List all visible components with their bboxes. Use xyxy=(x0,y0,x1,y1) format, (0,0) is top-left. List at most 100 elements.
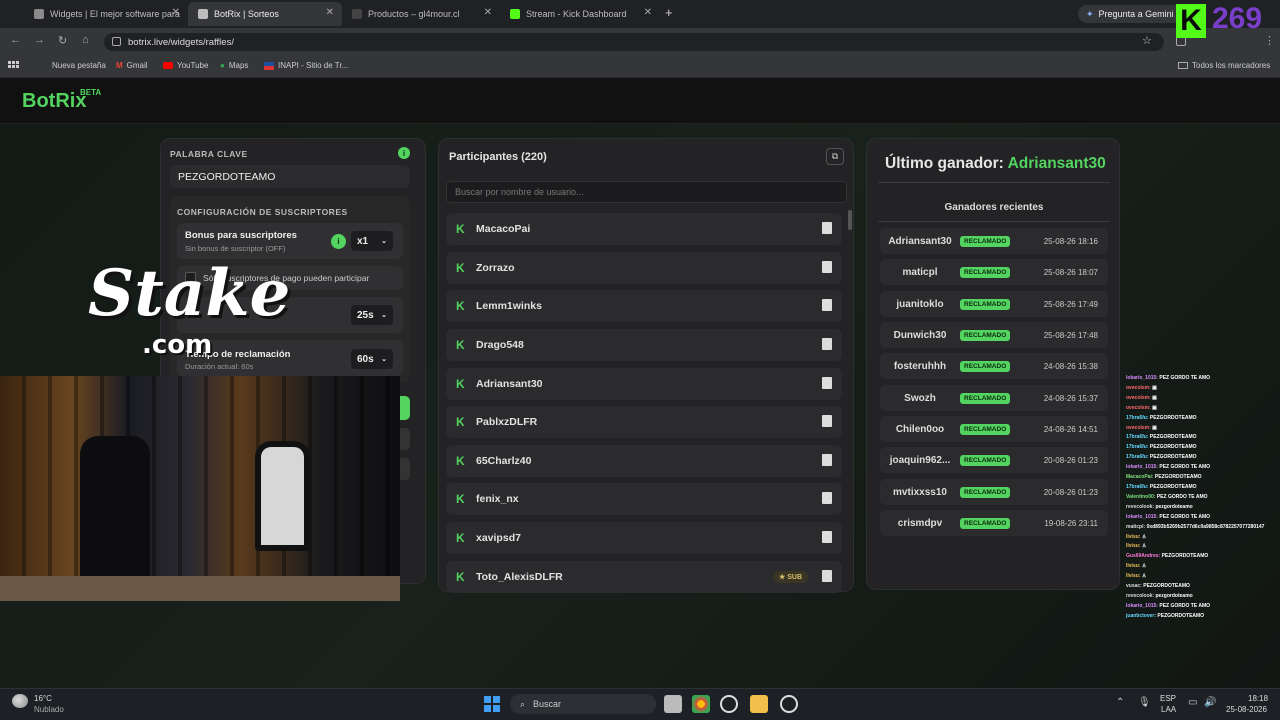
sub-badge: ★ SUB xyxy=(772,571,808,583)
botrix-logo[interactable]: BotRix xyxy=(22,90,86,113)
menu-icon[interactable]: ⋮ xyxy=(1264,34,1275,47)
trash-icon[interactable] xyxy=(822,377,832,389)
keyboard-layout: LAA xyxy=(1161,705,1177,714)
bookmark-inapi[interactable]: INAPI - Sitio de Tr... xyxy=(264,61,348,70)
tab-productos[interactable]: Productos – gl4mour.cl ✕ xyxy=(342,2,500,26)
chrome-icon[interactable] xyxy=(692,695,710,713)
bookmark-youtube[interactable]: YouTube xyxy=(163,61,208,70)
chat-text: PEZ GORDO TE AMO xyxy=(1156,493,1208,500)
chat-message: MacacoPai: PEZGORDOTEAMO xyxy=(1126,473,1276,483)
tab-botrix[interactable]: BotRix | Sorteos ✕ xyxy=(188,2,342,26)
volume-icon[interactable]: 🔊 xyxy=(1204,697,1216,708)
home-icon[interactable]: ⌂ xyxy=(82,34,89,46)
kick-icon: K xyxy=(456,338,465,352)
tab-kick-dashboard[interactable]: Stream - Kick Dashboard ✕ xyxy=(500,2,660,26)
kick-icon: K xyxy=(456,377,465,391)
bonus-info-icon[interactable]: i xyxy=(331,234,346,249)
bookmark-gmail[interactable]: M Gmail xyxy=(116,61,148,70)
participant-row[interactable]: K PablxzDLFR xyxy=(446,406,842,438)
bonus-title: Bonus para suscriptores xyxy=(185,230,297,241)
chat-message: 17bra6fu: PEZGORDOTEAMO xyxy=(1126,414,1276,424)
microphone-icon[interactable]: 🎙 xyxy=(1138,697,1151,708)
network-icon[interactable]: ▭ xyxy=(1188,697,1197,708)
trash-icon[interactable] xyxy=(822,454,832,466)
bookmarks-bar: Nueva pestaña M Gmail YouTube ● Maps INA… xyxy=(0,56,1280,78)
site-info-icon[interactable] xyxy=(112,37,121,46)
participant-row[interactable]: Kfenix_nx xyxy=(446,483,842,515)
forward-icon[interactable]: → xyxy=(34,34,45,46)
chat-text: PEZGORDOTEAMO xyxy=(1157,612,1205,619)
chat-text: PEZ GORDO TE AMO xyxy=(1159,375,1211,381)
kick-icon: K xyxy=(456,415,465,429)
language-indicator[interactable]: ESP xyxy=(1160,694,1176,703)
bonus-multiplier-select[interactable]: x1 ⌄ xyxy=(351,231,393,251)
url-bar[interactable]: botrix.live/widgets/raffles/ xyxy=(104,33,1164,51)
participant-row[interactable]: K Lemm1winks xyxy=(446,290,842,322)
winner-row: Swozh RECLAMADO 24-08-26 15:37 xyxy=(880,385,1108,411)
trash-icon[interactable] xyxy=(822,531,832,543)
taskbar-search[interactable]: ⌕ Buscar xyxy=(510,694,656,714)
close-tab-icon[interactable]: ✕ xyxy=(172,7,180,18)
scrollbar-thumb[interactable] xyxy=(848,210,852,230)
file-explorer-icon[interactable] xyxy=(750,695,768,713)
chat-message: 17bra6fu: PEZGORDOTEAMO xyxy=(1126,483,1276,493)
chat-username: 17bra6fu: xyxy=(1126,444,1149,451)
bookmark-maps[interactable]: ● Maps xyxy=(220,61,248,70)
participant-row[interactable]: K Drago548 xyxy=(446,329,842,361)
participant-row[interactable]: K Toto_AlexisDLFR ★ SUB xyxy=(446,561,842,593)
chat-text: ♙ xyxy=(1141,543,1147,550)
clock-time[interactable]: 18:18 xyxy=(1248,694,1268,703)
back-icon[interactable]: ← xyxy=(10,34,21,46)
info-icon[interactable]: i xyxy=(398,147,410,159)
claim-time-select[interactable]: 60s ⌄ xyxy=(351,349,393,369)
search-icon: ⌕ xyxy=(520,698,526,709)
timer-select[interactable]: 25s ⌄ xyxy=(351,305,393,325)
trash-icon[interactable] xyxy=(822,415,832,427)
app-icon[interactable] xyxy=(720,695,738,713)
participant-row[interactable]: K Adriansant30 xyxy=(446,368,842,400)
trash-icon[interactable] xyxy=(822,299,832,311)
reload-icon[interactable]: ↻ xyxy=(58,34,67,47)
chat-text: PEZGORDOTEAMO xyxy=(1161,553,1209,560)
chat-text: pezgordoteamo xyxy=(1155,503,1193,510)
participant-row[interactable]: K 65Charlz40 xyxy=(446,445,842,477)
weather-label: Nublado xyxy=(34,705,64,714)
close-tab-icon[interactable]: ✕ xyxy=(326,7,334,18)
cloud-icon xyxy=(12,694,28,708)
bookmark-new-tab[interactable]: Nueva pestaña xyxy=(52,61,106,70)
task-view-icon[interactable] xyxy=(664,695,682,713)
close-tab-icon[interactable]: ✕ xyxy=(644,7,652,18)
trash-icon[interactable] xyxy=(822,570,832,582)
media-player-icon[interactable] xyxy=(780,695,798,713)
trash-icon[interactable] xyxy=(822,222,832,234)
chevron-up-icon[interactable]: ⌃ xyxy=(1116,697,1124,708)
apps-grid-icon[interactable] xyxy=(8,61,19,68)
participant-row[interactable]: K MacacoPai xyxy=(446,213,842,245)
bookmark-star-icon[interactable]: ☆ xyxy=(1142,34,1152,47)
chat-message: ovecolsm: ▣ xyxy=(1126,384,1276,394)
chat-username: 17bra6fu: xyxy=(1126,434,1149,441)
tab-widgets[interactable]: Widgets | El mejor software para ✕ xyxy=(24,2,188,26)
windows-start-icon[interactable] xyxy=(484,696,500,712)
trash-icon[interactable] xyxy=(822,492,832,504)
stake-logo-domain: .com xyxy=(142,330,213,360)
chat-text: PEZ GORDO TE AMO xyxy=(1159,513,1211,520)
last-winner-name: Adriansant30 xyxy=(1007,155,1106,172)
trash-icon[interactable] xyxy=(822,338,832,350)
participant-row[interactable]: Kxavipsd7 xyxy=(446,522,842,554)
chat-text: 0xd893b5269b2577d6c0a9858c87822570772801… xyxy=(1146,523,1265,530)
chat-message: 17bra6fu: PEZGORDOTEAMO xyxy=(1126,443,1276,453)
bonus-subtitle: Sin bonus de suscriptor (OFF) xyxy=(185,244,286,253)
participant-search-input[interactable]: Buscar por nombre de usuario... xyxy=(446,181,847,203)
gemini-button[interactable]: ✦ Pregunta a Gemini xyxy=(1078,5,1182,23)
chat-message: lokario_1015: PEZ GORDO TE AMO xyxy=(1126,513,1276,523)
copy-icon[interactable]: ⧉ xyxy=(826,148,844,165)
chat-message: 17bra6fu: PEZGORDOTEAMO xyxy=(1126,433,1276,443)
close-tab-icon[interactable]: ✕ xyxy=(484,7,492,18)
keyword-input[interactable]: PEZGORDOTEAMO xyxy=(170,165,410,188)
all-bookmarks[interactable]: Todos los marcadores xyxy=(1178,61,1270,70)
participant-row[interactable]: K Zorrazo xyxy=(446,252,842,284)
trash-icon[interactable] xyxy=(822,261,832,273)
new-tab-button[interactable]: + xyxy=(665,5,673,20)
chat-message: llvisu: ♙ xyxy=(1126,572,1276,582)
